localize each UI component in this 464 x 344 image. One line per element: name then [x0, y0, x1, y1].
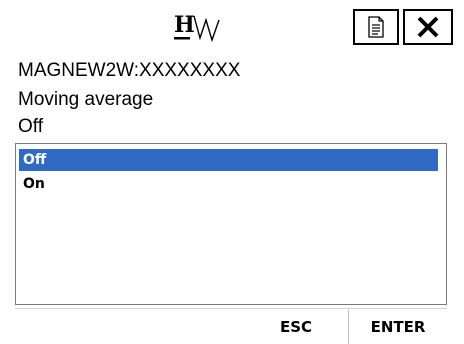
list-item-off[interactable]: Off — [19, 149, 438, 171]
svg-text:H: H — [174, 12, 195, 38]
list-item-on[interactable]: On — [19, 173, 438, 195]
device-id: MAGNEW2W:XXXXXXXX — [18, 60, 241, 81]
esc-button[interactable]: ESC — [244, 310, 348, 344]
options-listbox[interactable]: Off On — [15, 143, 447, 305]
enter-button[interactable]: ENTER — [348, 310, 447, 344]
parameter-name: Moving average — [18, 89, 154, 110]
current-value: Off — [18, 116, 43, 137]
document-button[interactable] — [353, 9, 399, 45]
hw-logo-icon: H — [172, 10, 232, 46]
close-button[interactable] — [403, 9, 453, 45]
document-icon — [368, 16, 384, 38]
close-icon — [417, 16, 439, 38]
divider — [15, 308, 447, 309]
